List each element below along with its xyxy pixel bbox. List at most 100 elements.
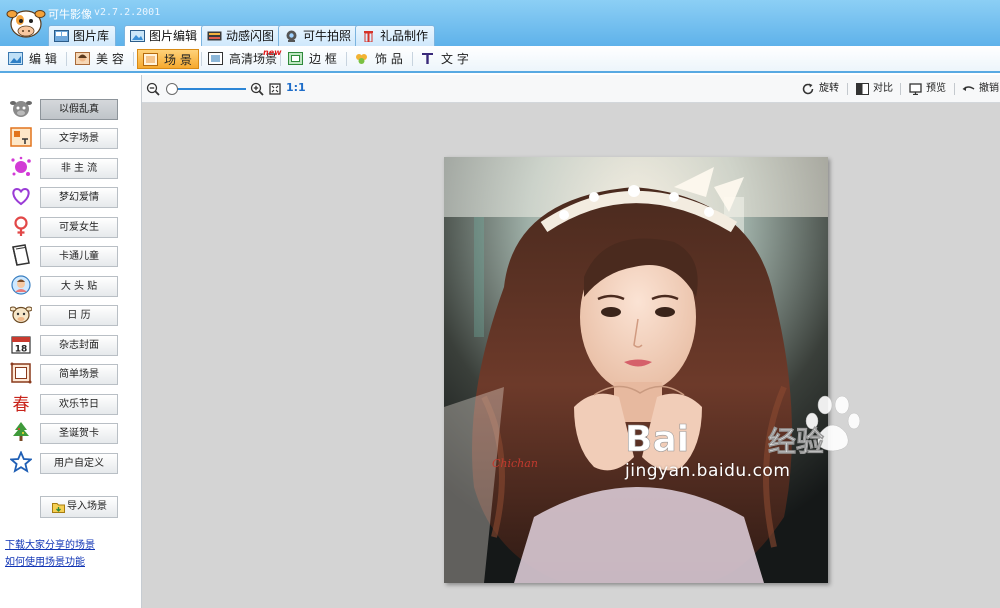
canvas-workspace: Chichan xyxy=(142,103,1000,608)
scene-button-custom[interactable]: 用户自定义 xyxy=(40,453,118,474)
compare-icon xyxy=(856,83,869,95)
calendar-18-icon: 18 xyxy=(11,336,31,355)
baidu-brand-cn: 经验 xyxy=(768,425,824,458)
subtab-scene[interactable]: 场 景 xyxy=(137,49,199,69)
tab-label: 可牛拍照 xyxy=(303,29,352,43)
webcam-icon xyxy=(286,30,297,42)
scene-button-non-mainstream[interactable]: 非 主 流 xyxy=(40,158,118,179)
scene-button-dreamy-love[interactable]: 梦幻爱情 xyxy=(40,187,118,208)
splash-icon xyxy=(11,156,31,176)
face-portrait-icon xyxy=(75,52,90,65)
scene-frame-icon xyxy=(143,53,158,66)
scene-button-cartoon-kids[interactable]: 卡通儿童 xyxy=(40,246,118,267)
gift-icon xyxy=(364,31,373,42)
preview-button[interactable]: 预览 xyxy=(909,81,946,97)
scene-help-link[interactable]: 如何使用场景功能 xyxy=(5,553,85,568)
scene-button-magazine-cover[interactable]: 杂志封面 xyxy=(40,335,118,356)
import-scene-button[interactable]: 导入场景 xyxy=(40,496,118,518)
canvas-toolbar: 1:1 旋转 对比 预览 撤销 xyxy=(142,75,1000,103)
cow-face-icon xyxy=(10,101,32,117)
download-shared-scenes-link[interactable]: 下载大家分享的场景 xyxy=(5,536,95,551)
film-strip-icon xyxy=(207,31,222,41)
subtab-beauty[interactable]: 美 容 xyxy=(70,49,130,69)
subtab-edit[interactable]: 编 辑 xyxy=(3,49,63,69)
scene-button-simple-scene[interactable]: 简单场景 xyxy=(40,364,118,385)
svg-text:春: 春 xyxy=(13,395,30,414)
undo-button[interactable]: 撤销 xyxy=(962,81,999,97)
scene-button-realistic[interactable]: 以假乱真 xyxy=(40,99,118,120)
zoom-in-icon[interactable] xyxy=(250,82,264,96)
separator xyxy=(412,52,413,66)
image-edit-icon xyxy=(130,30,145,42)
import-scene-label: 导入场景 xyxy=(67,501,107,512)
hd-scene-icon xyxy=(208,52,223,65)
text-scene-icon xyxy=(10,127,32,147)
star-icon xyxy=(10,451,32,473)
app-version: v2.7.2.2001 xyxy=(94,7,161,18)
subtab-text[interactable]: 文 字 xyxy=(415,49,475,69)
compare-label: 对比 xyxy=(873,83,893,94)
scene-button-festival[interactable]: 欢乐节日 xyxy=(40,394,118,415)
scene-category-panel: 18 春 以假乱真 文字场景 非 主 流 梦幻爱情 可爱女生 卡通儿童 大 头 … xyxy=(0,75,142,608)
subtab-label: 场 景 xyxy=(164,53,192,67)
border-frame-icon xyxy=(288,52,303,65)
subtab-label: 边 框 xyxy=(309,52,337,66)
actual-size-button[interactable]: 1:1 xyxy=(286,81,306,94)
tab-label: 图片编辑 xyxy=(149,29,198,43)
rotate-button[interactable]: 旋转 xyxy=(802,81,839,97)
tab-label: 礼品制作 xyxy=(380,29,429,43)
import-folder-icon xyxy=(52,503,65,513)
separator xyxy=(847,83,848,95)
zoom-slider-track[interactable] xyxy=(172,88,246,90)
separator xyxy=(900,83,901,95)
text-t-icon xyxy=(422,53,433,64)
subtab-label: 编 辑 xyxy=(29,52,57,66)
separator xyxy=(346,52,347,66)
subtab-accessories[interactable]: 饰 品 xyxy=(349,49,409,69)
tab-animated-gif[interactable]: 动感闪图 xyxy=(201,25,282,46)
title-bar: 可牛影像 v2.7.2.2001 图片库 图片编辑 动感闪图 可牛拍照 礼品制作 xyxy=(0,0,1000,46)
edit-image-icon xyxy=(8,52,23,65)
scene-button-text-scene[interactable]: 文字场景 xyxy=(40,128,118,149)
subtab-label: 美 容 xyxy=(96,52,124,66)
tab-camera[interactable]: 可牛拍照 xyxy=(278,25,359,46)
christmas-tree-icon xyxy=(13,422,29,441)
zoom-slider-thumb[interactable] xyxy=(166,83,178,95)
undo-icon xyxy=(962,86,975,91)
separator xyxy=(201,52,202,66)
tab-gift-making[interactable]: 礼品制作 xyxy=(355,25,436,46)
heart-icon xyxy=(12,187,30,206)
tab-image-edit[interactable]: 图片编辑 xyxy=(124,25,205,46)
scene-button-photo-sticker[interactable]: 大 头 贴 xyxy=(40,276,118,297)
preview-icon xyxy=(909,83,922,95)
scene-button-cute-girl[interactable]: 可爱女生 xyxy=(40,217,118,238)
separator xyxy=(66,52,67,66)
fit-to-window-icon[interactable] xyxy=(268,82,282,96)
undo-label: 撤销 xyxy=(979,83,999,94)
new-badge: new xyxy=(263,48,282,57)
scene-button-calendar[interactable]: 日 历 xyxy=(40,305,118,326)
baidu-jingyan-url: jingyan.baidu.com xyxy=(625,461,791,481)
rotate-icon xyxy=(802,83,814,95)
clover-icon xyxy=(356,54,367,64)
edited-photo[interactable]: Chichan xyxy=(444,157,828,583)
frame-icon xyxy=(10,362,32,384)
subtab-label: 饰 品 xyxy=(375,52,403,66)
rotate-label: 旋转 xyxy=(819,83,839,94)
tab-label: 图片库 xyxy=(73,29,110,43)
cartoon-book-icon xyxy=(12,244,30,266)
baidu-brand-latin: Bai xyxy=(625,419,689,460)
scene-button-christmas-card[interactable]: 圣诞贺卡 xyxy=(40,423,118,444)
photo-sticker-icon xyxy=(11,275,31,295)
female-icon xyxy=(14,216,28,236)
sub-toolbar: 编 辑 美 容 场 景 高清场景 边 框 饰 品 文 字 xyxy=(0,46,1000,73)
separator xyxy=(954,83,955,95)
zoom-out-icon[interactable] xyxy=(146,82,160,96)
app-title: 可牛影像 xyxy=(48,8,92,21)
separator xyxy=(133,52,134,66)
tab-image-library[interactable]: 图片库 xyxy=(48,25,117,46)
compare-button[interactable]: 对比 xyxy=(856,81,893,97)
subtab-border[interactable]: 边 框 xyxy=(283,49,343,69)
photo-signature: Chichan xyxy=(492,457,538,470)
tab-label: 动感闪图 xyxy=(226,29,275,43)
